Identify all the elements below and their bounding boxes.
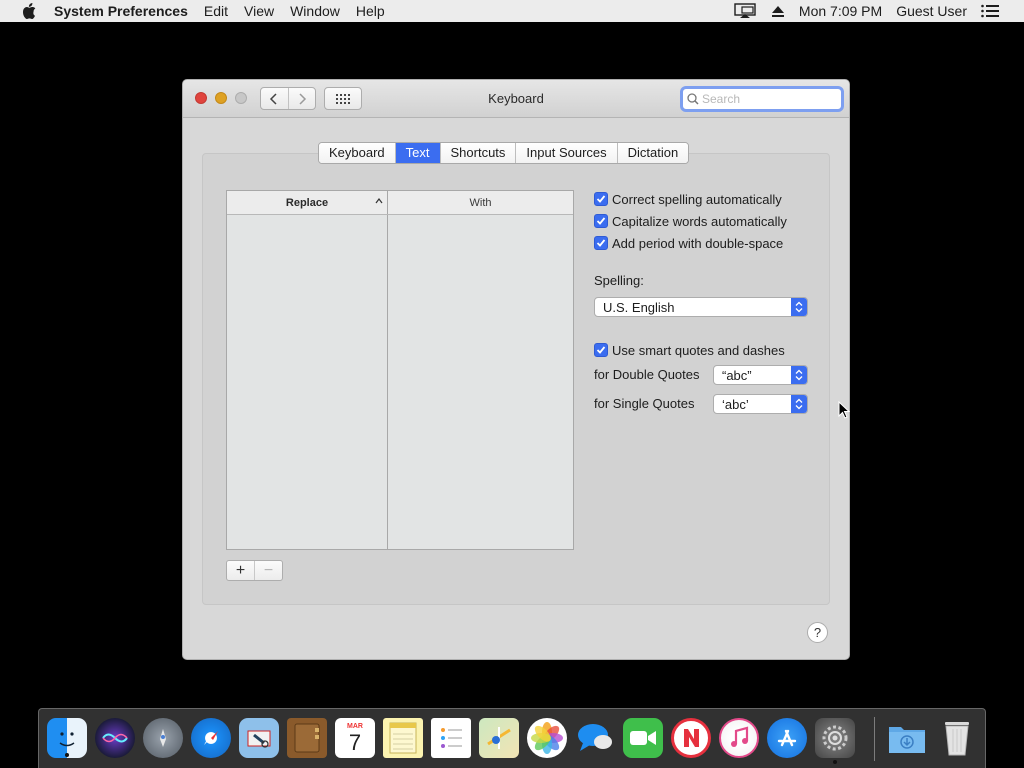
- updown-chevron-icon: [791, 395, 807, 413]
- smart-quotes-option[interactable]: Use smart quotes and dashes: [594, 339, 785, 361]
- search-input[interactable]: [702, 92, 836, 106]
- tab-input-sources[interactable]: Input Sources: [515, 143, 617, 163]
- spelling-value: U.S. English: [603, 299, 675, 315]
- notification-center-icon[interactable]: [974, 4, 1006, 18]
- chevron-left-icon: [270, 92, 277, 105]
- contacts-icon[interactable]: [287, 718, 327, 758]
- column-header-replace-label: Replace: [285, 196, 329, 209]
- table-header: Replace With: [227, 191, 573, 215]
- menu-help[interactable]: Help: [348, 0, 393, 22]
- menu-view[interactable]: View: [236, 0, 282, 22]
- add-period-option[interactable]: Add period with double-space: [594, 232, 814, 254]
- tab-text[interactable]: Text: [394, 143, 440, 163]
- facetime-icon[interactable]: [623, 718, 663, 758]
- double-quotes-select[interactable]: “abc”: [713, 365, 808, 385]
- checkmark-icon: [596, 195, 606, 203]
- downloads-folder-icon[interactable]: [887, 718, 927, 758]
- capitalize-words-label[interactable]: Capitalize words automatically: [612, 214, 787, 229]
- app-menu[interactable]: System Preferences: [46, 0, 196, 22]
- text-replacement-table[interactable]: Replace With: [226, 190, 574, 550]
- reminders-icon[interactable]: [431, 718, 471, 758]
- tab-dictation[interactable]: Dictation: [616, 143, 689, 163]
- airplay-display-icon[interactable]: [726, 3, 764, 19]
- dock: MAR 7: [38, 708, 986, 768]
- help-button[interactable]: ?: [807, 622, 828, 643]
- add-period-checkbox[interactable]: [594, 236, 608, 250]
- app-store-icon[interactable]: [767, 718, 807, 758]
- capitalize-words-option[interactable]: Capitalize words automatically: [594, 210, 814, 232]
- navigation-buttons: [260, 87, 316, 110]
- close-button[interactable]: [195, 92, 207, 104]
- single-quotes-label: for Single Quotes: [594, 396, 695, 411]
- search-field[interactable]: [680, 86, 844, 112]
- system-preferences-icon[interactable]: [815, 718, 855, 764]
- correct-spelling-checkbox[interactable]: [594, 192, 608, 206]
- maps-icon[interactable]: [479, 718, 519, 758]
- updown-chevron-icon: [791, 298, 807, 316]
- checkmark-icon: [596, 346, 606, 354]
- updown-chevron-icon: [791, 366, 807, 384]
- capitalize-words-checkbox[interactable]: [594, 214, 608, 228]
- dock-separator: [874, 717, 875, 761]
- double-quotes-value: “abc”: [722, 367, 752, 383]
- smart-quotes-checkbox[interactable]: [594, 343, 608, 357]
- checkmark-icon: [596, 217, 606, 225]
- safari-icon[interactable]: [191, 718, 231, 758]
- single-quotes-value: ‘abc’: [722, 396, 749, 412]
- correct-spelling-label[interactable]: Correct spelling automatically: [612, 192, 782, 207]
- mail-icon[interactable]: [239, 718, 279, 758]
- calendar-day: 7: [348, 729, 362, 755]
- photos-icon[interactable]: [527, 718, 567, 758]
- menu-edit[interactable]: Edit: [196, 0, 236, 22]
- tab-keyboard[interactable]: Keyboard: [319, 143, 395, 163]
- messages-icon[interactable]: [575, 718, 615, 758]
- search-icon: [687, 93, 699, 105]
- forward-button[interactable]: [287, 88, 316, 109]
- add-period-label[interactable]: Add period with double-space: [612, 236, 783, 251]
- correct-spelling-option[interactable]: Correct spelling automatically: [594, 188, 814, 210]
- user-menu[interactable]: Guest User: [889, 3, 974, 19]
- tab-bar: Keyboard Text Shortcuts Input Sources Di…: [318, 142, 690, 164]
- notes-icon[interactable]: [383, 718, 423, 758]
- mouse-pointer-icon: [838, 400, 851, 422]
- zoom-button[interactable]: [235, 92, 247, 104]
- column-header-replace[interactable]: Replace: [227, 191, 388, 214]
- spelling-select[interactable]: U.S. English: [594, 297, 808, 317]
- minimize-button[interactable]: [215, 92, 227, 104]
- smart-quotes-label[interactable]: Use smart quotes and dashes: [612, 343, 785, 358]
- trash-icon[interactable]: [937, 718, 977, 758]
- add-remove-control: + −: [226, 560, 283, 581]
- keyboard-preferences-window: Keyboard Keyboard Text Shortcuts Input S…: [182, 79, 850, 660]
- menubar-clock[interactable]: Mon 7:09 PM: [792, 3, 889, 19]
- with-column[interactable]: [388, 215, 573, 549]
- chevron-right-icon: [299, 92, 306, 105]
- siri-icon[interactable]: [95, 718, 135, 758]
- finder-icon[interactable]: [47, 718, 87, 758]
- apple-menu-icon[interactable]: [18, 0, 40, 22]
- back-button[interactable]: [261, 88, 288, 109]
- checkmark-icon: [596, 239, 606, 247]
- menu-bar: System Preferences Edit View Window Help…: [0, 0, 1024, 22]
- tab-shortcuts[interactable]: Shortcuts: [439, 143, 516, 163]
- replace-column[interactable]: [227, 215, 388, 549]
- remove-button[interactable]: −: [254, 561, 282, 580]
- text-options: Correct spelling automatically Capitaliz…: [594, 188, 814, 254]
- menu-window[interactable]: Window: [282, 0, 348, 22]
- double-quotes-label: for Double Quotes: [594, 367, 700, 382]
- spelling-label: Spelling:: [594, 273, 644, 288]
- show-all-button[interactable]: [324, 87, 362, 110]
- grid-icon: [336, 93, 350, 104]
- table-body[interactable]: [227, 215, 573, 549]
- single-quotes-select[interactable]: ‘abc’: [713, 394, 808, 414]
- column-header-with[interactable]: With: [388, 191, 573, 214]
- title-bar[interactable]: Keyboard: [183, 80, 849, 118]
- launchpad-icon[interactable]: [143, 718, 183, 758]
- eject-icon[interactable]: [764, 4, 792, 18]
- news-icon[interactable]: [671, 718, 711, 758]
- calendar-icon[interactable]: MAR 7: [335, 718, 375, 758]
- add-button[interactable]: +: [227, 561, 254, 580]
- itunes-icon[interactable]: [719, 718, 759, 758]
- column-header-with-label: With: [469, 196, 492, 209]
- sort-ascending-icon: [375, 198, 383, 204]
